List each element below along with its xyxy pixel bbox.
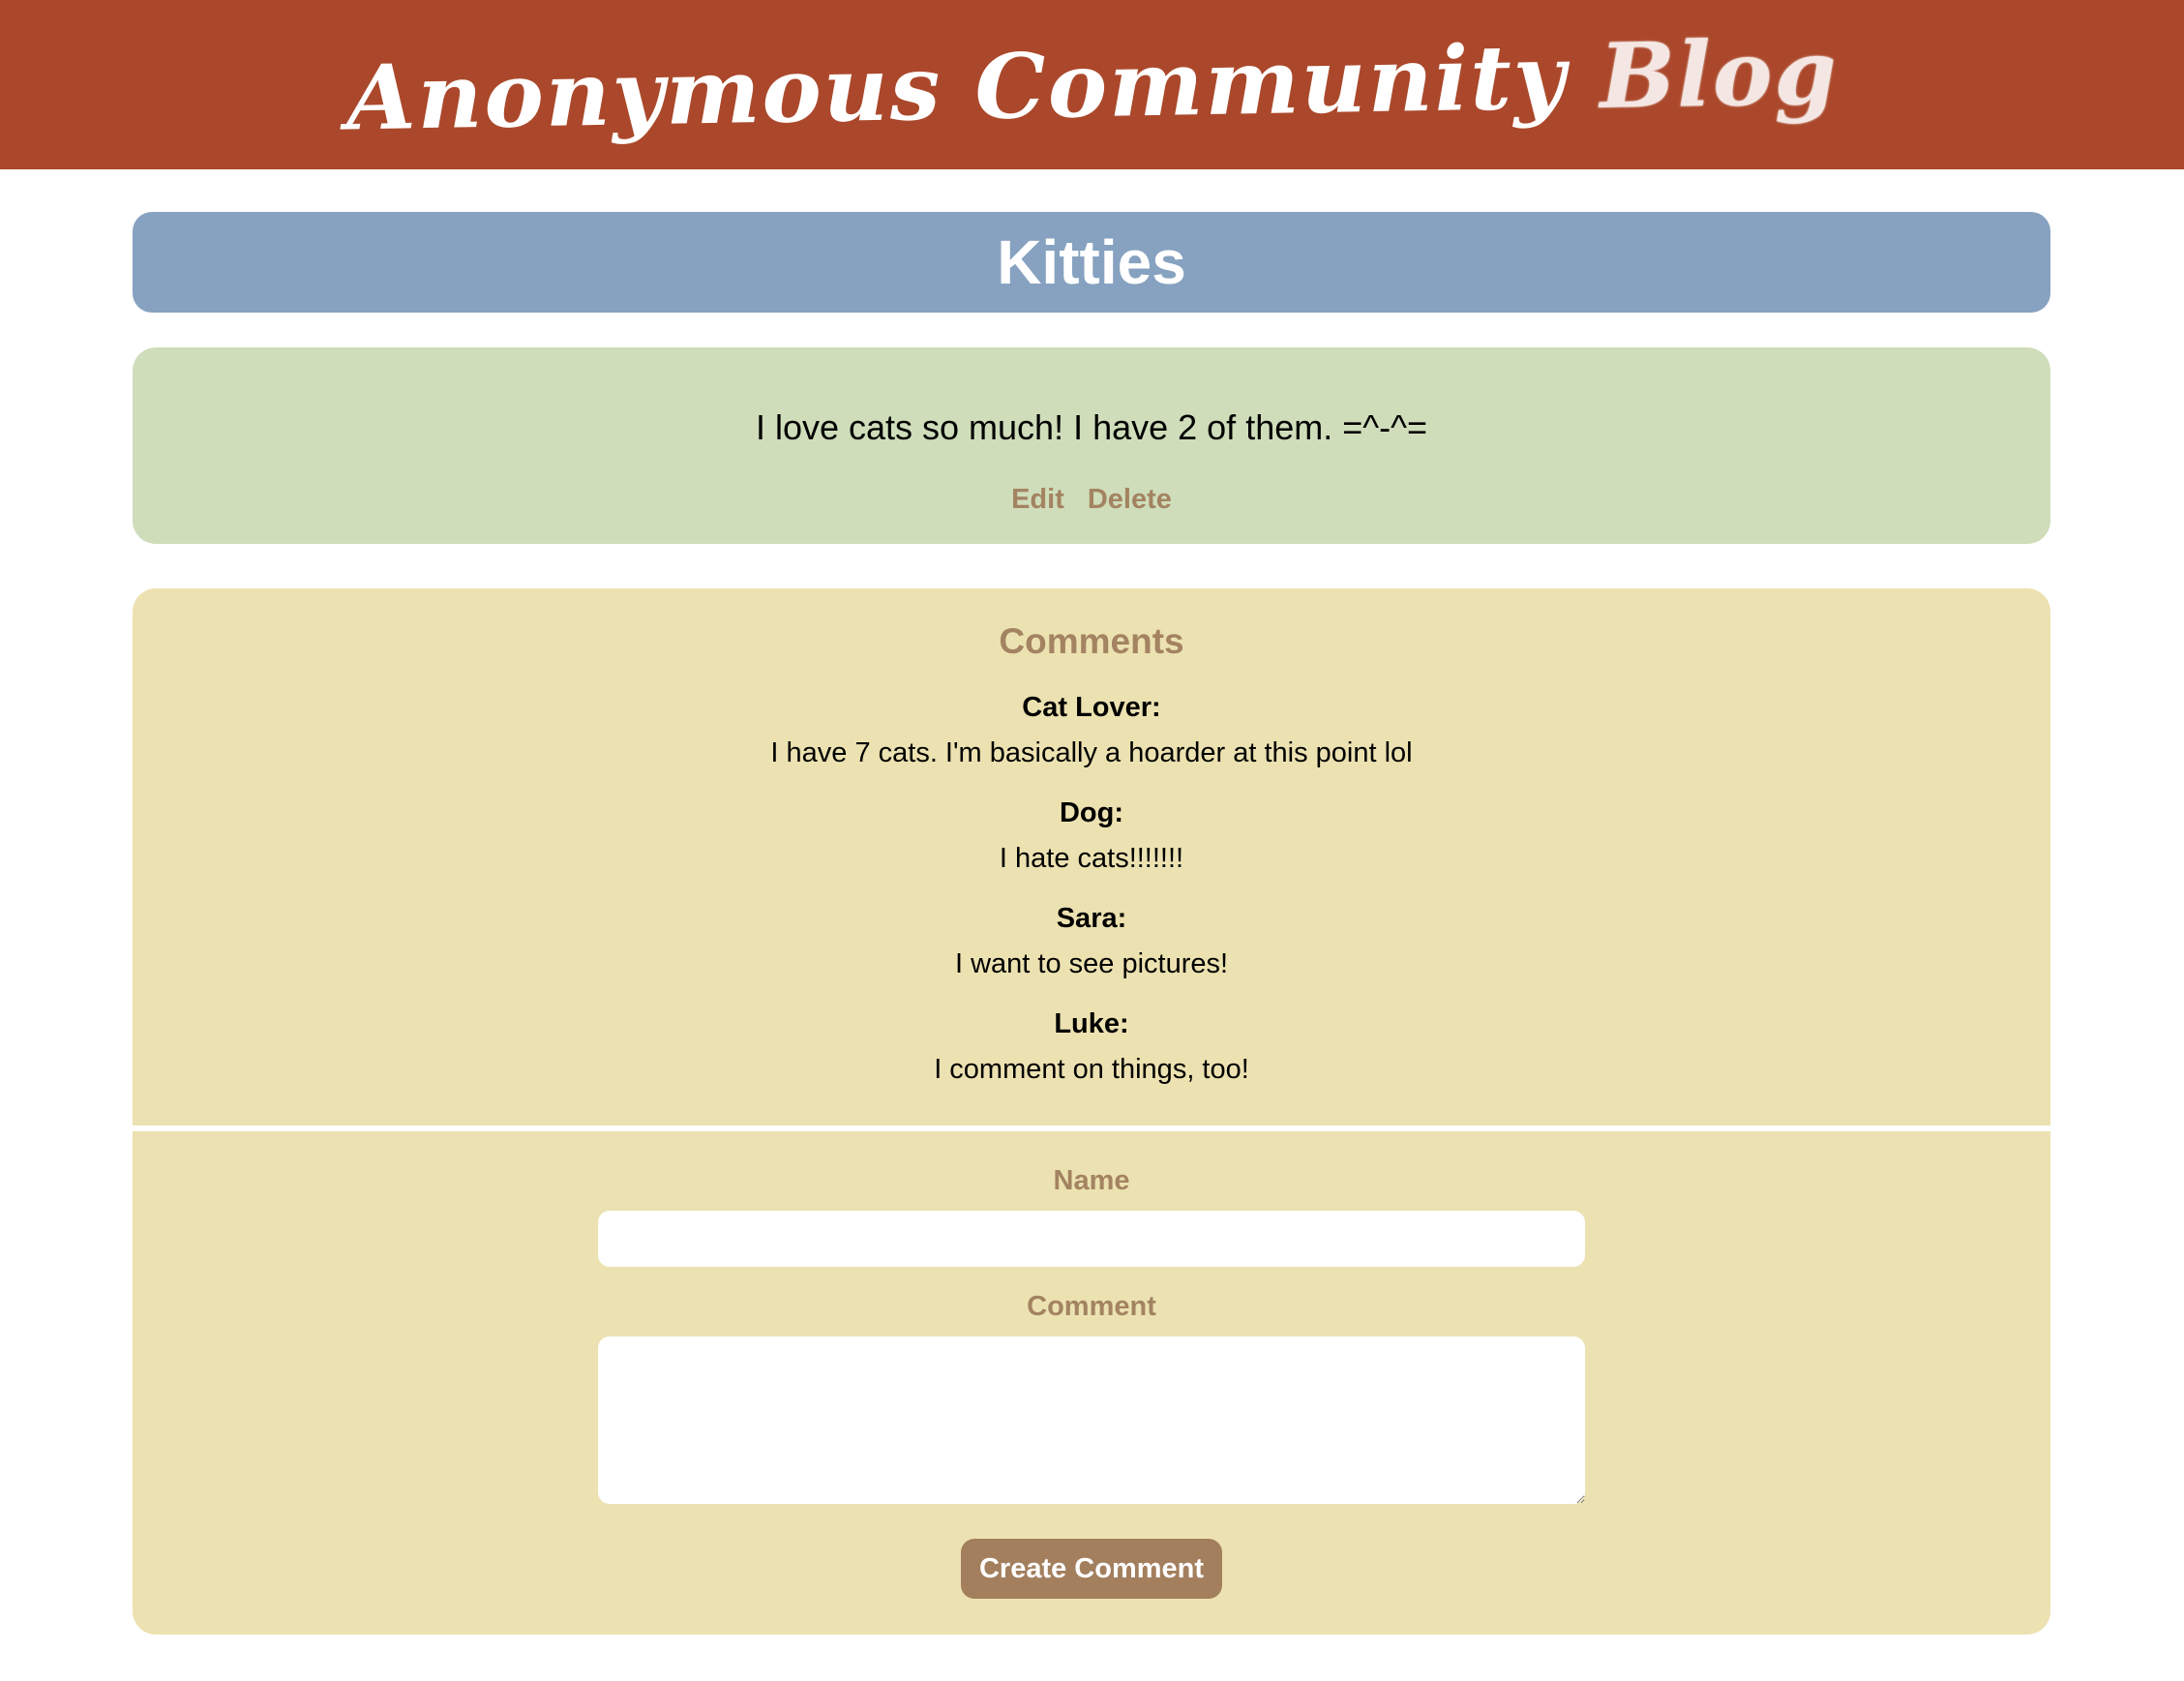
- edit-link[interactable]: Edit: [1011, 484, 1064, 516]
- create-comment-button[interactable]: Create Comment: [961, 1539, 1222, 1599]
- comment-text: I comment on things, too!: [934, 1054, 1249, 1085]
- comment-author: Sara:: [1056, 903, 1127, 934]
- comments-card: Comments Cat Lover: I have 7 cats. I'm b…: [133, 588, 2050, 1635]
- comment-text: I want to see pictures!: [954, 948, 1229, 979]
- post-actions: Edit Delete: [133, 484, 2050, 516]
- comment-text: I hate cats!!!!!!!: [999, 843, 1184, 874]
- post-title-card: Kitties: [133, 212, 2050, 313]
- comment-item: Dog: I hate cats!!!!!!!: [133, 794, 2050, 899]
- post-content: I love cats so much! I have 2 of them. =…: [755, 407, 1428, 447]
- comment-item: Cat Lover: I have 7 cats. I'm basically …: [133, 688, 2050, 794]
- delete-link[interactable]: Delete: [1088, 484, 1172, 516]
- comment-text: I have 7 cats. I'm basically a hoarder a…: [770, 737, 1413, 768]
- comments-divider: [133, 1126, 2050, 1131]
- site-title-main: Anonymous Community: [344, 23, 1568, 150]
- name-input[interactable]: [598, 1211, 1585, 1267]
- post-title: Kitties: [997, 227, 1186, 297]
- comment-list: Cat Lover: I have 7 cats. I'm basically …: [133, 688, 2050, 1110]
- comment-item: Sara: I want to see pictures!: [133, 899, 2050, 1005]
- comment-author: Dog:: [1059, 797, 1124, 828]
- comment-item: Luke: I comment on things, too!: [133, 1005, 2050, 1110]
- comment-textarea[interactable]: [598, 1336, 1585, 1504]
- site-header: Anonymous Community Blog: [0, 0, 2184, 169]
- site-title-blog: Blog: [1598, 19, 1840, 129]
- site-title: Anonymous Community Blog: [345, 19, 1839, 150]
- comments-heading: Comments: [999, 621, 1184, 661]
- name-label: Name: [1053, 1165, 1130, 1196]
- comment-author: Luke:: [1054, 1008, 1129, 1039]
- comment-label: Comment: [1027, 1291, 1156, 1322]
- post-body-card: I love cats so much! I have 2 of them. =…: [133, 347, 2050, 544]
- comment-author: Cat Lover:: [1022, 692, 1161, 723]
